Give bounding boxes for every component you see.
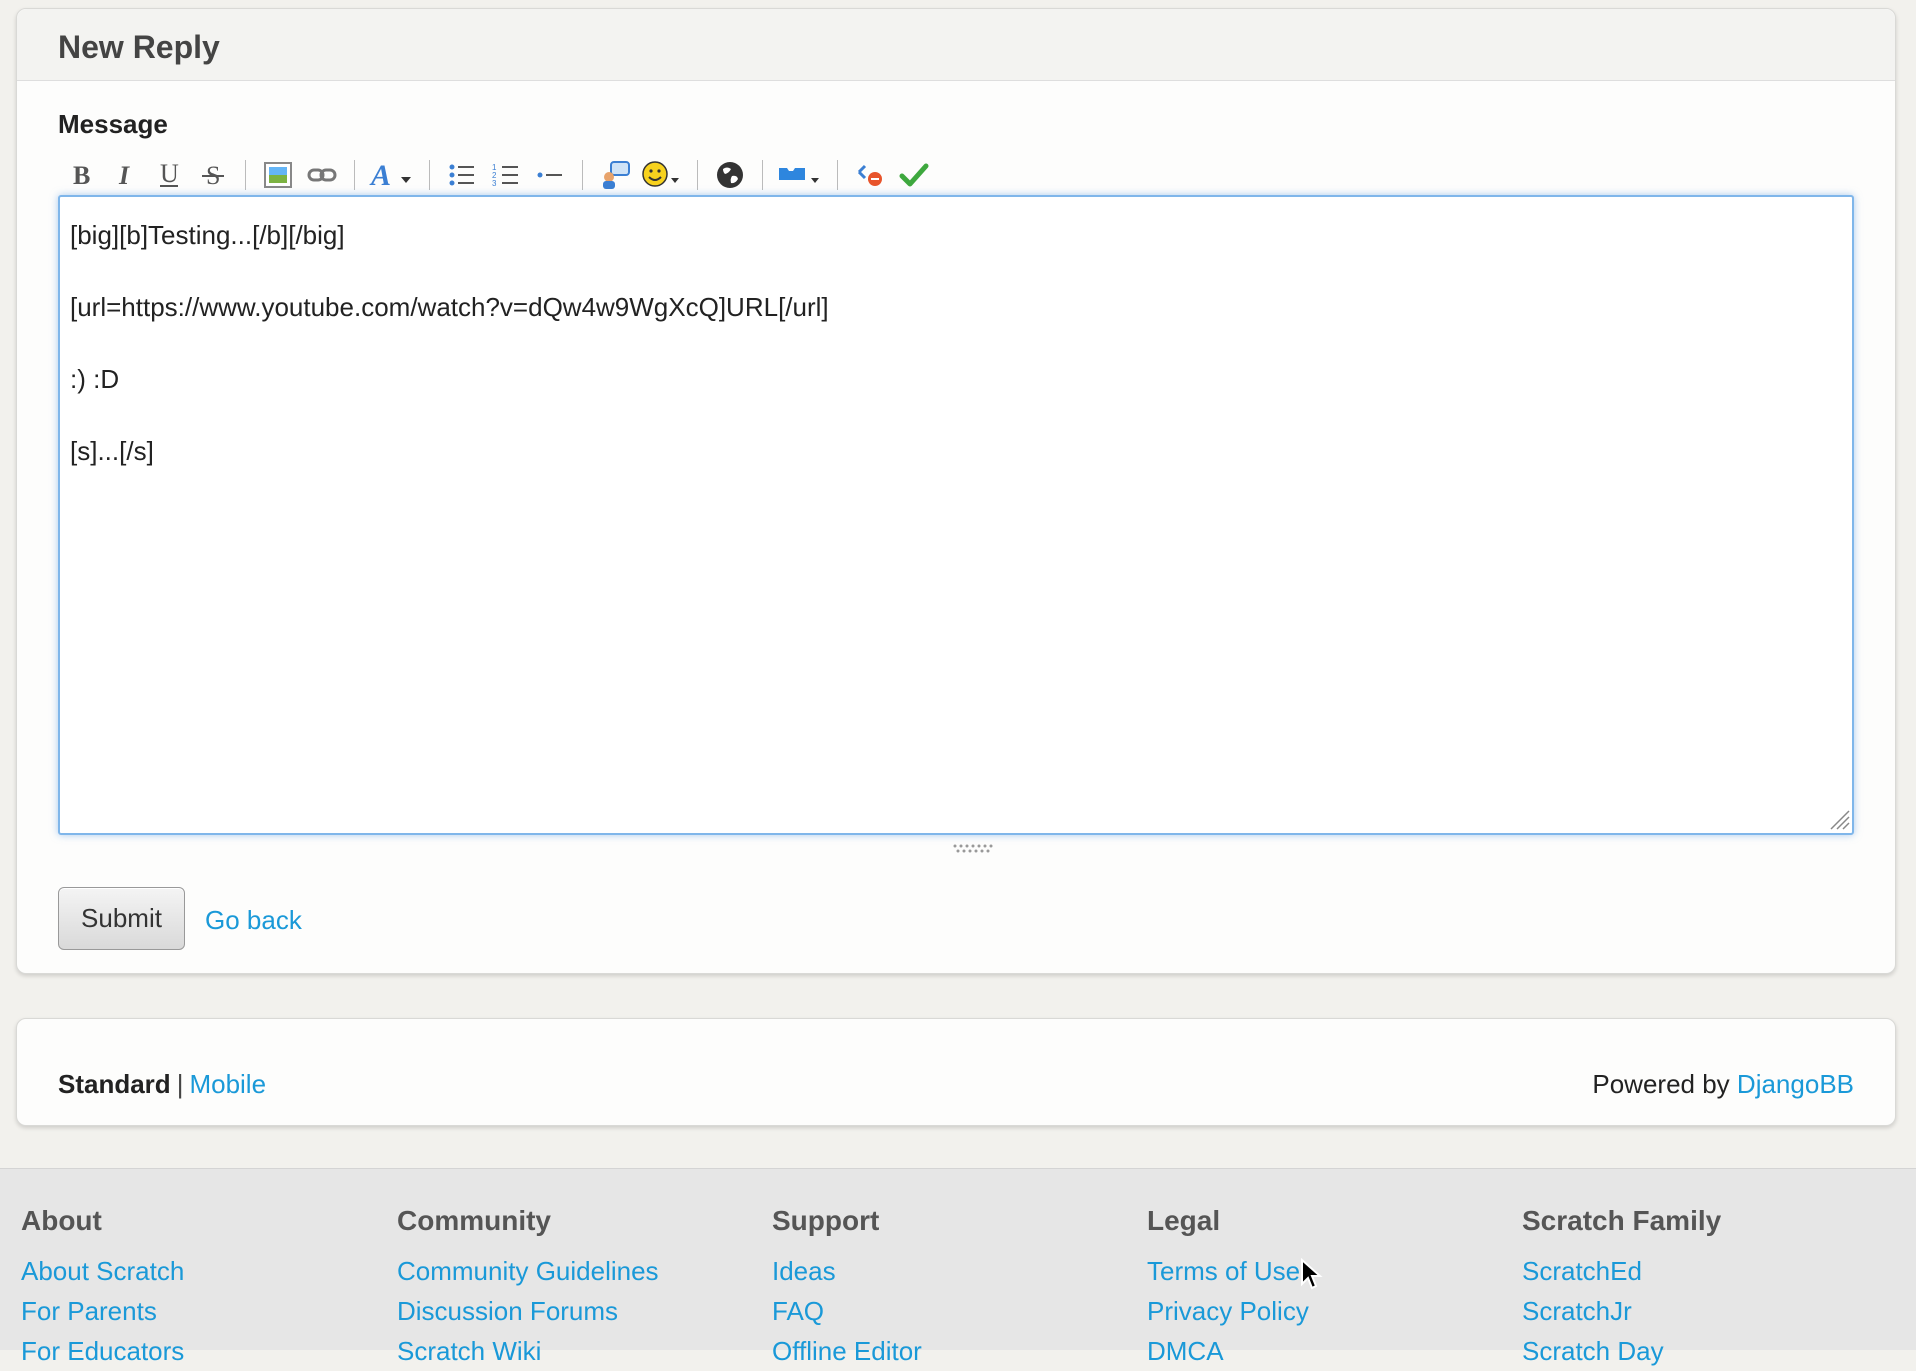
powered-by: Powered by DjangoBB [1592, 1069, 1854, 1100]
list-item-icon[interactable] [528, 153, 572, 197]
standard-view-label: Standard [58, 1069, 171, 1099]
forum-footer-bar: Standard | Mobile Powered by DjangoBB [16, 1018, 1896, 1126]
footer-link-scratchjr[interactable]: ScratchJr [1522, 1291, 1892, 1331]
globe-icon[interactable] [708, 153, 752, 197]
powered-by-text: Powered by [1592, 1069, 1730, 1099]
svg-text:A: A [369, 160, 391, 190]
footer-link-offline-editor[interactable]: Offline Editor [772, 1331, 1142, 1371]
footer-column-scratch-family: Scratch Family ScratchEd ScratchJr Scrat… [1522, 1205, 1892, 1371]
footer-link-for-parents[interactable]: For Parents [21, 1291, 391, 1331]
view-separator: | [176, 1069, 184, 1099]
svg-text:I: I [118, 162, 130, 188]
footer-heading: Legal [1147, 1205, 1221, 1236]
bulleted-list-icon[interactable] [440, 153, 484, 197]
mobile-view-link[interactable]: Mobile [189, 1069, 266, 1099]
site-footer: About About Scratch For Parents For Educ… [0, 1168, 1916, 1366]
footer-link-faq[interactable]: FAQ [772, 1291, 1142, 1331]
djangobb-link[interactable]: DjangoBB [1737, 1069, 1854, 1099]
view-switcher: Standard | Mobile [58, 1069, 266, 1100]
image-icon[interactable] [256, 153, 300, 197]
font-size-icon[interactable]: A [365, 153, 419, 197]
toolbar-divider [582, 160, 583, 190]
editor-toolbar: B I U S A 123 [59, 149, 936, 201]
scratchblocks-icon[interactable] [773, 153, 827, 197]
mouse-cursor-icon [1301, 1258, 1323, 1290]
clean-icon[interactable] [848, 153, 892, 197]
link-icon[interactable] [300, 153, 344, 197]
preview-icon[interactable] [892, 153, 936, 197]
footer-link-dmca[interactable]: DMCA [1147, 1331, 1517, 1371]
editor-drag-handle-icon[interactable] [952, 843, 994, 853]
toolbar-divider [245, 160, 246, 190]
footer-heading: Community [397, 1205, 551, 1236]
footer-column-about: About About Scratch For Parents For Educ… [21, 1205, 391, 1371]
footer-link-ideas[interactable]: Ideas [772, 1251, 1142, 1291]
italic-icon[interactable]: I [103, 153, 147, 197]
toolbar-divider [429, 160, 430, 190]
toolbar-divider [762, 160, 763, 190]
footer-heading: Support [772, 1205, 880, 1236]
svg-text:U: U [160, 161, 179, 188]
svg-text:3: 3 [492, 179, 497, 188]
footer-link-scratched[interactable]: ScratchEd [1522, 1251, 1892, 1291]
message-textarea[interactable]: [big][b]Testing...[/b][/big] [url=https:… [58, 195, 1854, 835]
footer-link-about-scratch[interactable]: About Scratch [21, 1251, 391, 1291]
smiley-icon[interactable] [637, 153, 687, 197]
submit-button[interactable]: Submit [58, 887, 185, 950]
footer-heading: Scratch Family [1522, 1205, 1722, 1236]
toolbar-divider [354, 160, 355, 190]
bold-icon[interactable]: B [59, 153, 103, 197]
resize-grip-icon[interactable] [1827, 807, 1851, 831]
toolbar-divider [837, 160, 838, 190]
page-title: New Reply [58, 29, 220, 65]
footer-link-community-guidelines[interactable]: Community Guidelines [397, 1251, 767, 1291]
svg-text:B: B [73, 162, 90, 188]
quote-icon[interactable] [593, 153, 637, 197]
panel-header: New Reply [17, 9, 1895, 81]
numbered-list-icon[interactable]: 123 [484, 153, 528, 197]
underline-icon[interactable]: U [147, 153, 191, 197]
footer-link-terms-of-use[interactable]: Terms of Use [1147, 1251, 1517, 1291]
footer-link-for-educators[interactable]: For Educators [21, 1331, 391, 1371]
new-reply-panel: New Reply Message B I U S A 123 [16, 8, 1896, 974]
go-back-link[interactable]: Go back [205, 905, 302, 936]
footer-column-support: Support Ideas FAQ Offline Editor [772, 1205, 1142, 1371]
footer-link-discussion-forums[interactable]: Discussion Forums [397, 1291, 767, 1331]
footer-column-community: Community Community Guidelines Discussio… [397, 1205, 767, 1371]
footer-link-scratch-day[interactable]: Scratch Day [1522, 1331, 1892, 1371]
footer-heading: About [21, 1205, 102, 1236]
toolbar-divider [697, 160, 698, 190]
footer-column-legal: Legal Terms of Use Privacy Policy DMCA [1147, 1205, 1517, 1371]
message-label: Message [58, 109, 168, 139]
footer-link-privacy-policy[interactable]: Privacy Policy [1147, 1291, 1517, 1331]
footer-link-scratch-wiki[interactable]: Scratch Wiki [397, 1331, 767, 1371]
strikethrough-icon[interactable]: S [191, 153, 235, 197]
